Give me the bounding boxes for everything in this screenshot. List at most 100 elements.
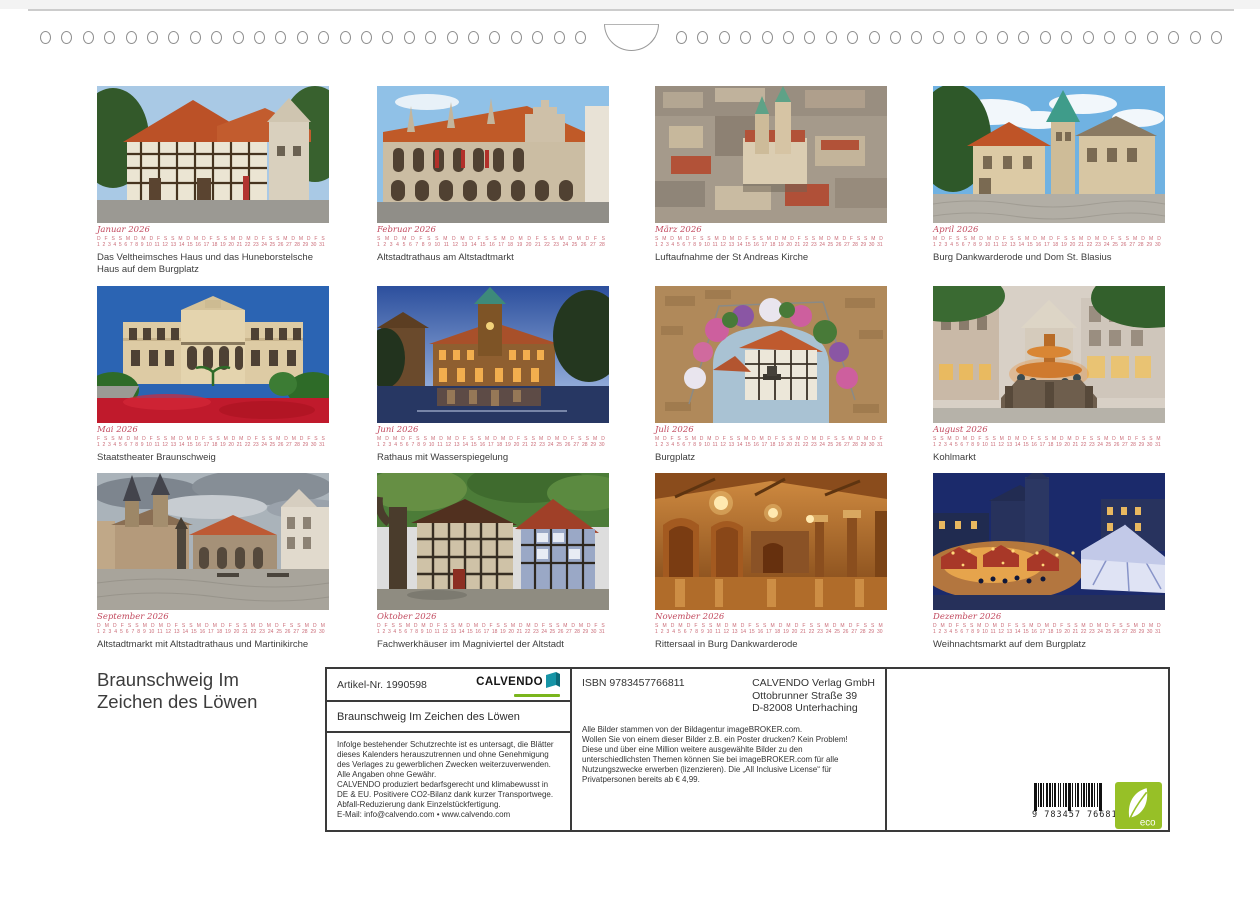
- photo-februar-altstadtrathaus: [377, 86, 609, 223]
- photo-november-rittersaal: [655, 473, 887, 610]
- day-numbers-row: 1234567891011121314151617181920212223242…: [377, 442, 605, 448]
- day-numbers-row: 1234567891011121314151617181920212223242…: [97, 442, 325, 448]
- photo-caption: Rathaus mit Wasserspiegelung: [377, 452, 609, 464]
- day-numbers-row: 1234567891011121314151617181920212223242…: [97, 242, 325, 248]
- publisher-address: CALVENDO Verlag GmbH Ottobrunner Straße …: [752, 677, 875, 715]
- scan-background-band: [0, 0, 1260, 9]
- mini-calendar-month-label: Februar 2026: [377, 226, 605, 235]
- month-cell-november: November 2026 SMDMDFSSMDMDFSSMDMDFSSMDMD…: [655, 473, 887, 651]
- calvendo-flag-icon: [546, 672, 560, 693]
- photo-caption: Fachwerkhäuser im Magniviertel der Altst…: [377, 639, 609, 651]
- mini-calendar-month-label: April 2026: [933, 226, 1161, 235]
- mini-calendar-month-label: Juni 2026: [377, 426, 605, 435]
- mini-calendar-days: SSMDMDFSSMDMDFSSMDMDFSSMDMDFSSM 12345678…: [933, 436, 1161, 448]
- article-number-row: Artikel-Nr. 1990598 CALVENDO: [327, 669, 570, 702]
- mini-calendar: Dezember 2026 DMDFSSMDMDFSSMDMDFSSMDMDFS…: [933, 613, 1161, 635]
- photo-caption: Burg Dankwarderode und Dom St. Blasius: [933, 252, 1165, 264]
- photo-mai-staatstheater: [97, 286, 329, 423]
- mini-calendar-days: SMDMDFSSMDMDFSSMDMDFSSMDMDFSSMD 12345678…: [655, 236, 883, 248]
- month-cell-februar: Februar 2026 SMDMDFSSMDMDFSSMDMDFSSMDMDF…: [377, 86, 609, 264]
- calendar-title: Braunschweig Im Zeichen des Löwen: [97, 669, 257, 713]
- photo-maerz-st-andreas-luftaufnahme: [655, 86, 887, 223]
- mini-calendar-days: DMDFSSMDMDFSSMDMDFSSMDMDFSSMDMD 12345678…: [933, 623, 1161, 635]
- mini-calendar-month-label: März 2026: [655, 226, 883, 235]
- photo-caption: Luftaufnahme der St Andreas Kirche: [655, 252, 887, 264]
- mini-calendar: Februar 2026 SMDMDFSSMDMDFSSMDMDFSSMDMDF…: [377, 226, 605, 248]
- publisher-info-box: Artikel-Nr. 1990598 CALVENDO Braun: [325, 667, 1170, 832]
- photo-august-kohlmarkt-brunnen: [933, 286, 1165, 423]
- legal-text: Infolge bestehender Schutzrechte ist es …: [327, 733, 570, 830]
- mini-calendar: Juni 2026 MDMDFSSMDMDFSSMDMDFSSMDMDFSSMD…: [377, 426, 605, 448]
- mini-calendar-days: MDFSSMDMDFSSMDMDFSSMDMDFSSMDMDF 12345678…: [655, 436, 883, 448]
- month-cell-oktober: Oktober 2026 DFSSMDMDFSSMDMDFSSMDMDFSSMD…: [377, 473, 609, 651]
- day-numbers-row: 1234567891011121314151617181920212223242…: [933, 442, 1161, 448]
- info-box-right-column: 9 783457 766811 eco: [887, 669, 1168, 830]
- mini-calendar-days: MDMDFSSMDMDFSSMDMDFSSMDMDFSSMD 123456789…: [377, 436, 605, 448]
- photo-caption: Kohlmarkt: [933, 452, 1165, 464]
- mini-calendar: Oktober 2026 DFSSMDMDFSSMDMDFSSMDMDFSSMD…: [377, 613, 605, 635]
- day-numbers-row: 1234567891011121314151617181920212223242…: [933, 242, 1161, 248]
- photo-juni-rathaus-spiegelung: [377, 286, 609, 423]
- month-cell-juli: Juli 2026 MDFSSMDMDFSSMDMDFSSMDMDFSSMDMD…: [655, 286, 887, 464]
- mini-calendar-days: DMDFSSMDMDFSSMDMDFSSMDMDFSSMDM 123456789…: [97, 623, 325, 635]
- day-numbers-row: 1234567891011121314151617181920212223242…: [97, 629, 325, 635]
- mini-calendar-days: MDFSSMDMDFSSMDMDFSSMDMDFSSMDMD 123456789…: [933, 236, 1161, 248]
- mini-calendar-month-label: August 2026: [933, 426, 1161, 435]
- mini-calendar-month-label: September 2026: [97, 613, 325, 622]
- mini-calendar-days: SMDMDFSSMDMDFSSMDMDFSSMDMDFSSM 123456789…: [655, 623, 883, 635]
- eco-label-icon: eco: [1115, 782, 1162, 829]
- hanger-cutout: [604, 24, 659, 51]
- month-cell-august: August 2026 SSMDMDFSSMDMDFSSMDMDFSSMDMDF…: [933, 286, 1165, 464]
- month-cell-dezember: Dezember 2026 DMDFSSMDMDFSSMDMDFSSMDMDFS…: [933, 473, 1165, 651]
- mini-calendar-month-label: Oktober 2026: [377, 613, 605, 622]
- isbn-number: ISBN 9783457766811: [582, 677, 685, 715]
- month-cell-januar: Januar 2026 DFSSMDMDFSSMDMDFSSMDMDFSSMDM…: [97, 86, 329, 276]
- calendar-title-row: Braunschweig Im Zeichen des Löwen: [327, 702, 570, 733]
- mini-calendar-month-label: Mai 2026: [97, 426, 325, 435]
- mini-calendar-month-label: Januar 2026: [97, 226, 325, 235]
- photo-caption: Altstadtmarkt mit Altstadtrathaus und Ma…: [97, 639, 329, 651]
- day-numbers-row: 1234567891011121314151617181920212223242…: [655, 242, 883, 248]
- photo-juli-burgplatz-bogen: [655, 286, 887, 423]
- mini-calendar-month-label: November 2026: [655, 613, 883, 622]
- barcode-bars: [1032, 783, 1112, 809]
- month-cell-maerz: März 2026 SMDMDFSSMDMDFSSMDMDFSSMDMDFSSM…: [655, 86, 887, 264]
- mini-calendar-days: DFSSMDMDFSSMDMDFSSMDMDFSSMDMDFS 12345678…: [97, 236, 325, 248]
- month-cell-september: September 2026 DMDFSSMDMDFSSMDMDFSSMDMDF…: [97, 473, 329, 651]
- mini-calendar: August 2026 SSMDMDFSSMDMDFSSMDMDFSSMDMDF…: [933, 426, 1161, 448]
- photo-caption: Weihnachtsmarkt auf dem Burgplatz: [933, 639, 1165, 651]
- photo-caption: Staatstheater Braunschweig: [97, 452, 329, 464]
- photo-april-burg-dankwarderode: [933, 86, 1165, 223]
- day-numbers-row: 1234567891011121314151617181920212223242…: [933, 629, 1161, 635]
- info-box-left-column: Artikel-Nr. 1990598 CALVENDO Braun: [327, 669, 572, 830]
- day-numbers-row: 1234567891011121314151617181920212223242…: [377, 629, 605, 635]
- day-numbers-row: 1234567891011121314151617181920212223242…: [655, 442, 883, 448]
- calvendo-logo: CALVENDO: [476, 672, 560, 698]
- image-credit-text: Alle Bilder stammen von der Bildagentur …: [582, 725, 875, 785]
- info-box-middle-column: ISBN 9783457766811 CALVENDO Verlag GmbH …: [572, 669, 887, 830]
- calvendo-wordmark: CALVENDO: [476, 676, 543, 688]
- day-numbers-row: 1234567891011121314151617181920212223242…: [377, 242, 605, 248]
- photo-dezember-weihnachtsmarkt: [933, 473, 1165, 610]
- month-cell-juni: Juni 2026 MDMDFSSMDMDFSSMDMDFSSMDMDFSSMD…: [377, 286, 609, 464]
- eco-label-text: eco: [1140, 817, 1156, 828]
- mini-calendar: März 2026 SMDMDFSSMDMDFSSMDMDFSSMDMDFSSM…: [655, 226, 883, 248]
- photo-caption: Rittersaal in Burg Dankwarderode: [655, 639, 887, 651]
- mini-calendar: Mai 2026 FSSMDMDFSSMDMDFSSMDMDFSSMDMDFSS…: [97, 426, 325, 448]
- month-cell-april: April 2026 MDFSSMDMDFSSMDMDFSSMDMDFSSMDM…: [933, 86, 1165, 264]
- mini-calendar: April 2026 MDFSSMDMDFSSMDMDFSSMDMDFSSMDM…: [933, 226, 1161, 248]
- mini-calendar-month-label: Juli 2026: [655, 426, 883, 435]
- ean-barcode: 9 783457 766811: [1032, 783, 1112, 820]
- photo-oktober-fachwerk-magniviertel: [377, 473, 609, 610]
- barcode-digits: 9 783457 766811: [1032, 810, 1112, 820]
- mini-calendar-days: FSSMDMDFSSMDMDFSSMDMDFSSMDMDFSS 12345678…: [97, 436, 325, 448]
- photo-januar-burgplatz: [97, 86, 329, 223]
- mini-calendar: September 2026 DMDFSSMDMDFSSMDMDFSSMDMDF…: [97, 613, 325, 635]
- mini-calendar-days: DFSSMDMDFSSMDMDFSSMDMDFSSMDMDFS 12345678…: [377, 623, 605, 635]
- mini-calendar: November 2026 SMDMDFSSMDMDFSSMDMDFSSMDMD…: [655, 613, 883, 635]
- mini-calendar-month-label: Dezember 2026: [933, 613, 1161, 622]
- page-top-edge: [28, 9, 1234, 11]
- photo-caption: Burgplatz: [655, 452, 887, 464]
- day-numbers-row: 1234567891011121314151617181920212223242…: [655, 629, 883, 635]
- calvendo-tagline: [514, 694, 560, 697]
